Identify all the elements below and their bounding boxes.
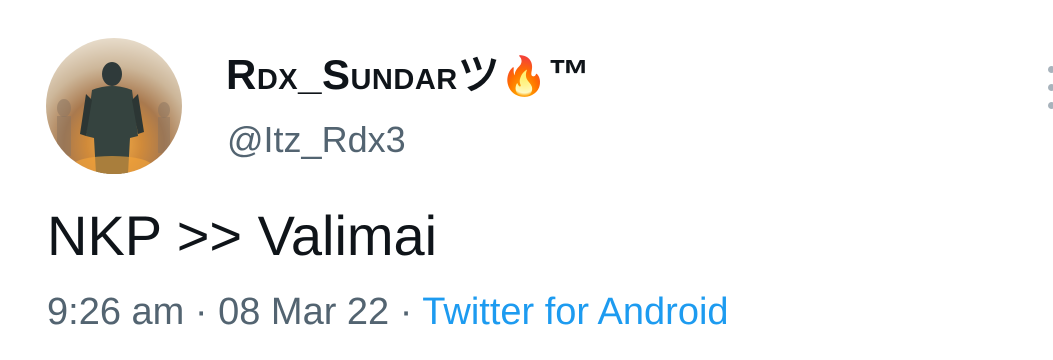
avatar-image (57, 62, 170, 174)
tweet-card: Rdx_Sundarツ🔥™ @Itz_Rdx3 NKP >> Valimai 9… (0, 0, 1053, 360)
display-name-text: Rdx_Sundar (226, 51, 458, 98)
display-name-suffix: ツ (457, 51, 501, 98)
fire-emoji-icon: 🔥 (500, 56, 549, 98)
meta-separator: · (194, 291, 208, 333)
profile-avatar[interactable] (46, 38, 182, 174)
meta-separator: · (399, 291, 413, 333)
author-handle[interactable]: @Itz_Rdx3 (227, 118, 406, 162)
tweet-source-link[interactable]: Twitter for Android (422, 291, 728, 333)
tweet-text: NKP >> Valimai (47, 204, 438, 267)
author-display-name[interactable]: Rdx_Sundarツ🔥™ (226, 50, 591, 102)
tweet-metadata: 9:26 am · 08 Mar 22 · Twitter for Androi… (47, 288, 729, 336)
tweet-time[interactable]: 9:26 am (47, 291, 184, 333)
tweet-date[interactable]: 08 Mar 22 (218, 291, 389, 333)
more-options-icon[interactable] (1040, 66, 1053, 110)
trademark-symbol: ™ (548, 51, 591, 98)
